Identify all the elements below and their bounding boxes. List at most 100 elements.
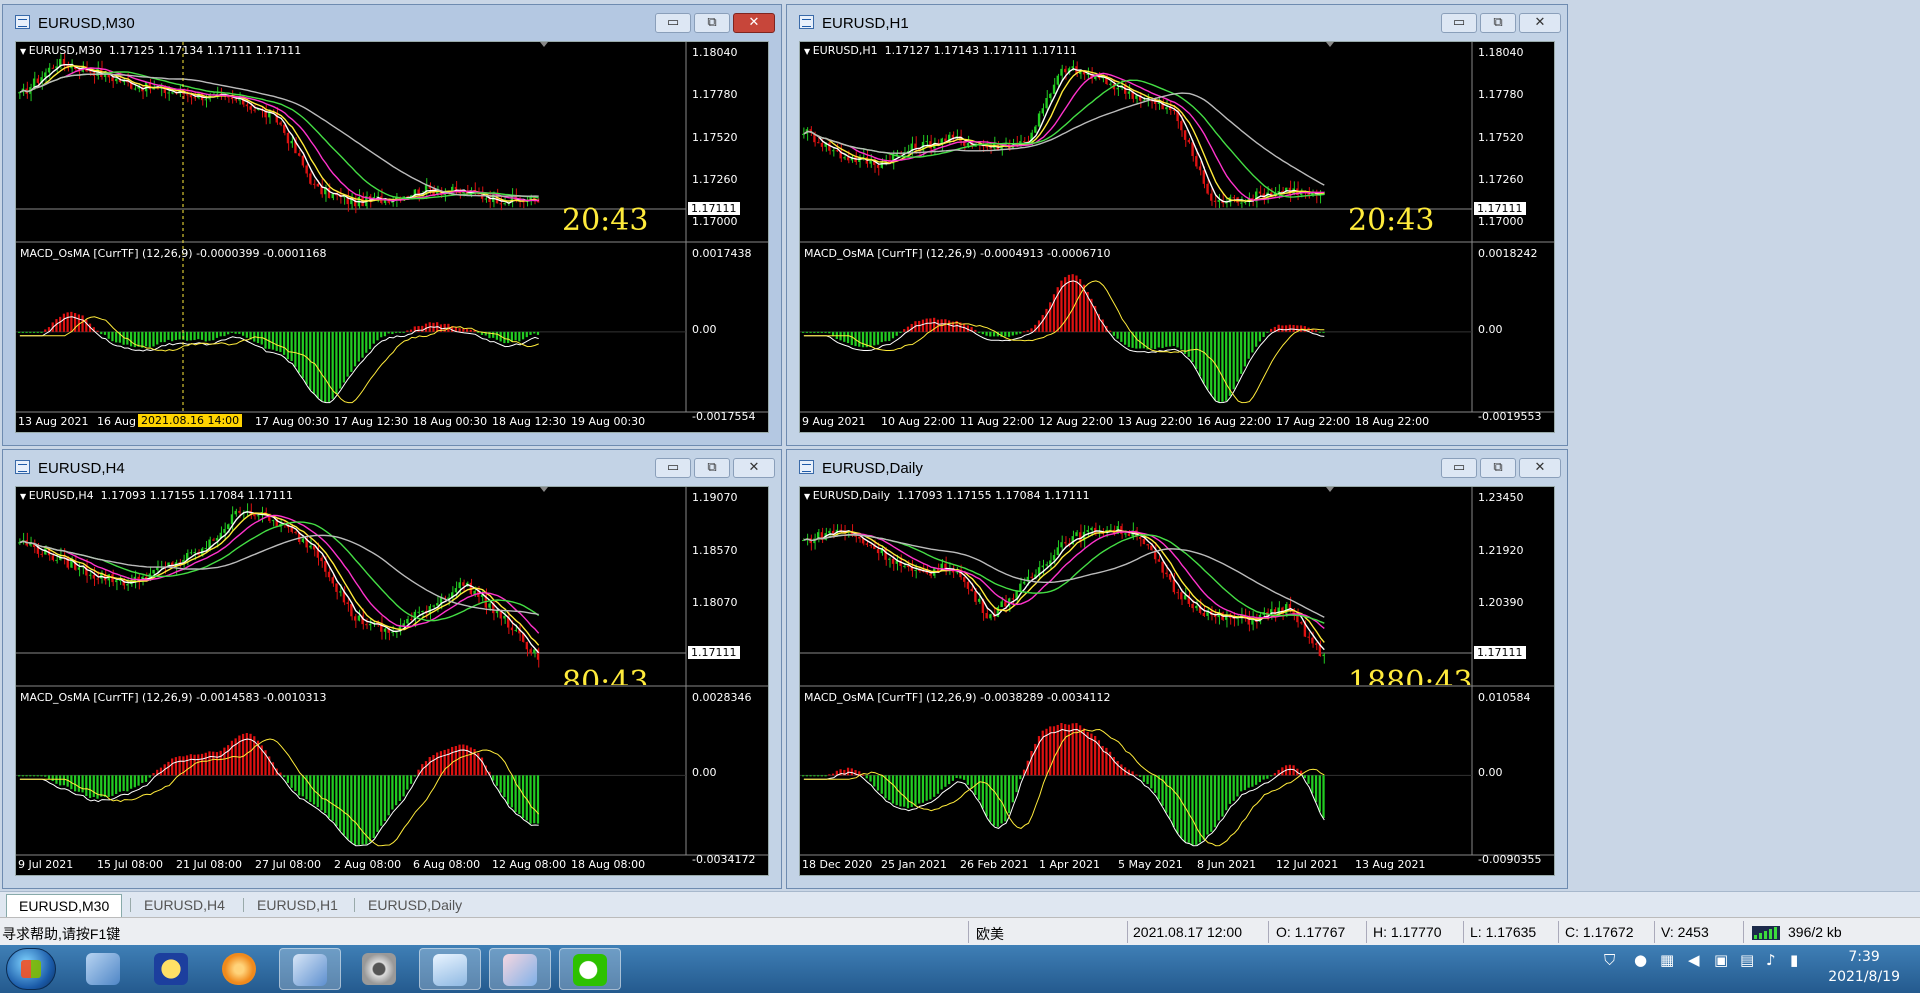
taskbar-dollar-app[interactable] [141, 948, 203, 990]
macd-histogram-bar [1071, 723, 1074, 776]
macd-histogram-bar [297, 775, 301, 796]
macd-histogram-bar [831, 773, 835, 776]
taskbar-wechat[interactable] [559, 948, 621, 990]
macd-histogram-bar [1202, 331, 1205, 384]
macd-histogram-bar [1232, 775, 1235, 801]
minimize-button[interactable]: ▭ [655, 13, 691, 33]
taskbar-paint[interactable] [489, 948, 551, 990]
macd-histogram-bar [380, 331, 383, 338]
macd-histogram-bar [100, 775, 103, 797]
macd-histogram-bar [1015, 775, 1018, 793]
candle-body [1041, 108, 1044, 114]
price-chart[interactable]: EURUSD,H4 1.17093 1.17155 1.17084 1.1711… [15, 486, 769, 876]
taskbar-metatrader[interactable] [279, 948, 341, 990]
candle-body [1086, 530, 1089, 532]
time-axis-label: 5 May 2021 [1118, 858, 1183, 871]
taskbar-clock[interactable]: 7:39 2021/8/19 [1828, 947, 1900, 987]
candle-body [1060, 542, 1063, 548]
chart-window-daily[interactable]: EURUSD,Daily ▭ ⧉ ✕ EURUSD,Daily 1.17093 … [786, 449, 1568, 889]
macd-histogram-bar [888, 775, 891, 801]
macd-histogram-bar [1217, 775, 1220, 821]
minimize-button[interactable]: ▭ [1441, 458, 1477, 478]
tab-eurusd-daily[interactable]: EURUSD,Daily [356, 894, 474, 916]
taskbar-explorer[interactable] [73, 948, 135, 990]
wechat-tray-icon[interactable]: ● [1634, 951, 1647, 969]
macd-histogram-bar [1000, 775, 1003, 824]
macd-histogram-bar [1052, 726, 1056, 776]
macd-histogram-bar [525, 331, 528, 338]
candle-body [966, 143, 969, 146]
close-button[interactable]: ✕ [733, 458, 775, 478]
candle-body [1225, 202, 1228, 204]
tab-eurusd-m30[interactable]: EURUSD,M30 [6, 894, 123, 917]
price-chart[interactable]: EURUSD,Daily 1.17093 1.17155 1.17084 1.1… [799, 486, 1555, 876]
candle-body [1041, 565, 1044, 568]
chart-window-m30[interactable]: EURUSD,M30 ▭ ⧉ ✕ EURUSD,M30 1.17125 1.17… [2, 4, 782, 446]
restore-button[interactable]: ⧉ [694, 13, 730, 33]
price-chart[interactable]: EURUSD,M30 1.17125 1.17134 1.17111 1.171… [15, 41, 769, 433]
candle-body [230, 97, 234, 100]
chart-canvas [800, 42, 1554, 413]
macd-histogram-bar [421, 325, 424, 332]
window-titlebar[interactable]: EURUSD,M30 ▭ ⧉ ✕ [3, 5, 781, 41]
taskbar-camera[interactable] [349, 948, 411, 990]
dollar-icon [154, 953, 188, 985]
macd-histogram-bar [1232, 331, 1235, 390]
restore-button[interactable]: ⧉ [694, 458, 730, 478]
start-button[interactable] [6, 948, 56, 990]
candle-body [309, 545, 312, 548]
display-icon[interactable]: ▣ [1714, 951, 1728, 969]
close-button[interactable]: ✕ [733, 13, 775, 33]
price-chart[interactable]: EURUSD,H1 1.17127 1.17143 1.17111 1.1711… [799, 41, 1555, 433]
macd-histogram-bar [1240, 775, 1243, 792]
candle-body [985, 612, 988, 619]
window-titlebar[interactable]: EURUSD,Daily ▭ ⧉ ✕ [787, 450, 1567, 486]
moving-average-4 [803, 79, 1325, 198]
taskbar-notepad[interactable] [419, 948, 481, 990]
window-titlebar[interactable]: EURUSD,H4 ▭ ⧉ ✕ [3, 450, 781, 486]
macd-histogram-bar [1288, 764, 1291, 776]
macd-histogram-bar [406, 330, 409, 332]
shield-icon[interactable]: ⛉ [1604, 951, 1615, 969]
signal-icon[interactable]: ▮ [1790, 951, 1798, 969]
macd-histogram-bar [813, 775, 816, 777]
macd-histogram-bar [1236, 775, 1239, 797]
price-scale-label: 1.17000 [1478, 215, 1524, 228]
macd-histogram-bar [21, 775, 24, 777]
candle-body [294, 531, 297, 533]
tab-eurusd-h1[interactable]: EURUSD,H1 [245, 894, 350, 916]
candle-body [846, 157, 850, 161]
macd-histogram-bar [324, 775, 327, 814]
chart-canvas [16, 487, 768, 856]
candle-body [525, 641, 528, 650]
candle-body [1168, 574, 1172, 580]
speaker-icon[interactable]: ♪ [1766, 951, 1776, 969]
restore-button[interactable]: ⧉ [1480, 13, 1516, 33]
macd-histogram-bar [1082, 728, 1086, 776]
network-icon[interactable]: ▤ [1740, 951, 1754, 969]
close-button[interactable]: ✕ [1519, 13, 1561, 33]
chart-canvas [16, 42, 768, 413]
minimize-button[interactable]: ▭ [655, 458, 691, 478]
macd-histogram-bar [185, 755, 189, 776]
macd-histogram-bar [1060, 723, 1063, 776]
macd-histogram-bar [869, 775, 872, 782]
candle-body [1011, 598, 1014, 600]
macd-histogram-bar [18, 331, 21, 333]
close-button[interactable]: ✕ [1519, 458, 1561, 478]
price-scale-label: 1.17260 [692, 172, 738, 186]
volume-icon[interactable]: ◀ [1688, 951, 1700, 969]
candle-body [1150, 545, 1153, 551]
minimize-button[interactable]: ▭ [1441, 13, 1477, 33]
candle-body [503, 615, 506, 619]
macd-histogram-bar [25, 775, 28, 777]
tab-eurusd-h4[interactable]: EURUSD,H4 [132, 894, 237, 916]
chart-window-h4[interactable]: EURUSD,H4 ▭ ⧉ ✕ EURUSD,H4 1.17093 1.1715… [2, 449, 782, 889]
moving-average-2 [19, 65, 539, 203]
keyboard-icon[interactable]: ▦ [1660, 951, 1674, 969]
taskbar-refresh-app[interactable] [209, 948, 271, 990]
chart-window-h1[interactable]: EURUSD,H1 ▭ ⧉ ✕ EURUSD,H1 1.17127 1.1714… [786, 4, 1568, 446]
restore-button[interactable]: ⧉ [1480, 458, 1516, 478]
macd-histogram-bar [215, 331, 219, 338]
window-titlebar[interactable]: EURUSD,H1 ▭ ⧉ ✕ [787, 5, 1567, 41]
